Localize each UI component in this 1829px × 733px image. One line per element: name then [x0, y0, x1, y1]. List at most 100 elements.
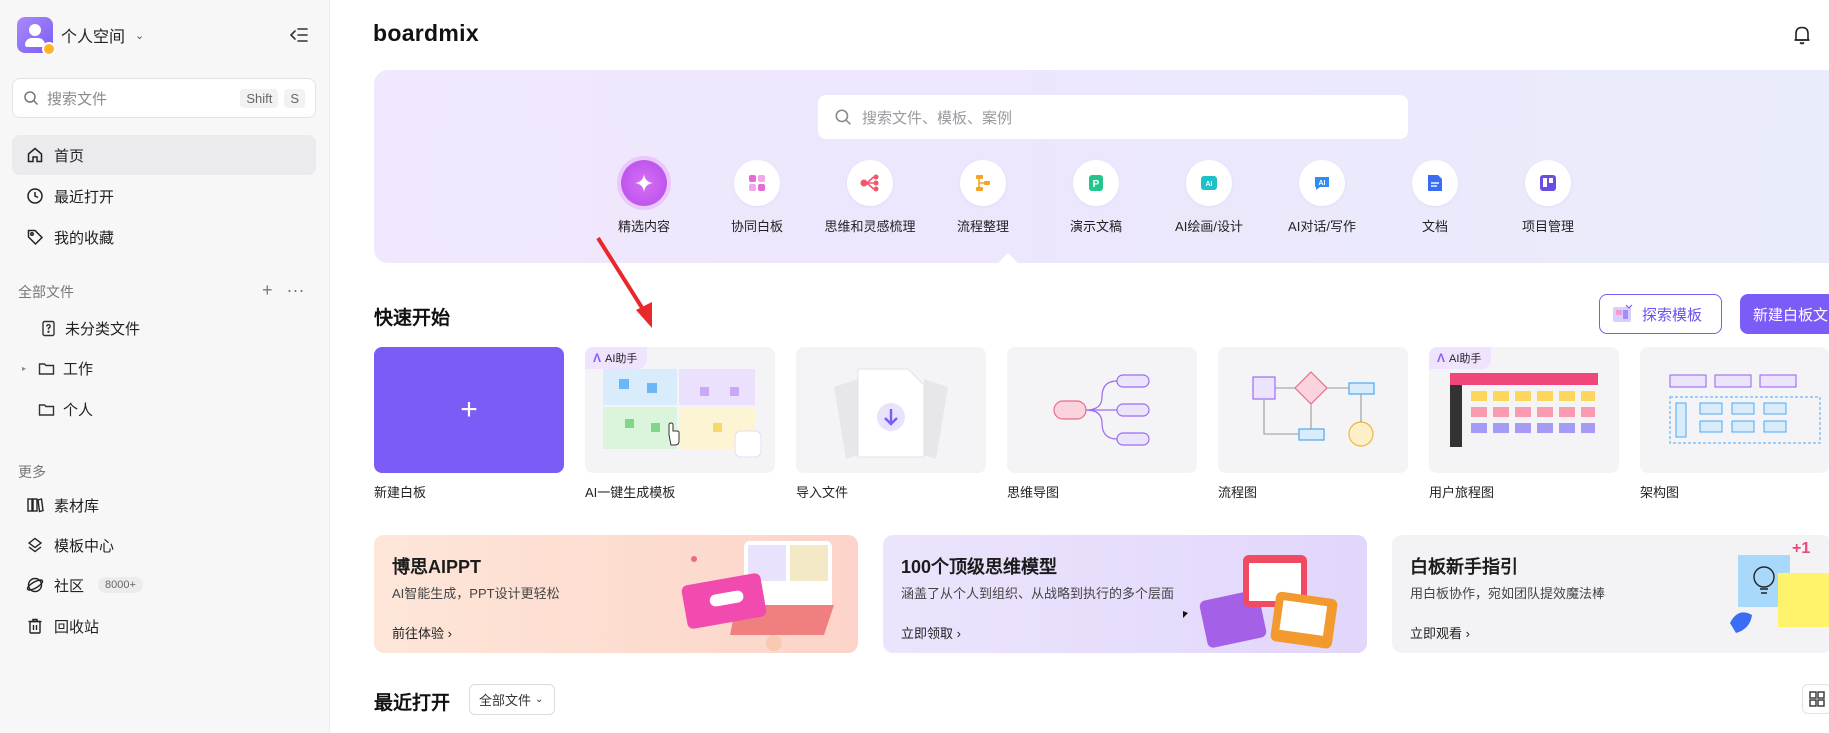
- ai-image-icon: AI: [1186, 160, 1232, 206]
- grid-view-toggle[interactable]: [1802, 684, 1829, 714]
- guide-illustration: +1: [1730, 540, 1829, 633]
- card-flowchart[interactable]: [1218, 347, 1408, 473]
- banner-beginner-guide[interactable]: 白板新手指引 用白板协作，宛如团队提效魔法棒 立即观看 › +1: [1392, 535, 1829, 653]
- category-flow[interactable]: 流程整理: [927, 160, 1039, 235]
- tree-item-work[interactable]: ▸ 工作: [22, 352, 93, 384]
- tree-item-uncategorized[interactable]: 未分类文件: [40, 312, 140, 344]
- nav-community[interactable]: 社区 8000+: [12, 565, 316, 605]
- workspace-switcher[interactable]: 个人空间 ⌄: [17, 16, 145, 56]
- explore-templates-label: 探索模板: [1642, 306, 1703, 324]
- recent-filter-value: 全部文件: [479, 693, 532, 708]
- banner-subtitle: 用白板协作，宛如团队提效魔法棒: [1410, 586, 1606, 601]
- ai-logo-icon: Λ: [593, 351, 602, 365]
- hero-search-input[interactable]: 搜索文件、模板、案例: [818, 95, 1408, 139]
- ai-chat-icon: AI: [1299, 160, 1345, 206]
- category-ai-chat[interactable]: AI AI对话/写作: [1266, 160, 1378, 235]
- collapse-sidebar-icon[interactable]: [288, 24, 310, 46]
- nav-assets-label: 素材库: [54, 497, 100, 515]
- category-whiteboard[interactable]: 协同白板: [701, 160, 813, 235]
- bell-icon[interactable]: [1792, 24, 1812, 46]
- recent-filter-select[interactable]: 全部文件 ⌄: [469, 684, 555, 715]
- chevron-down-icon: ⌄: [535, 694, 544, 705]
- tree-item-personal[interactable]: 个人: [38, 393, 93, 425]
- banner-aippt[interactable]: 博思AIPPT AI智能生成，PPT设计更轻松 前往体验 ›: [374, 535, 858, 653]
- sidebar-search-input[interactable]: 搜索文件 Shift S: [12, 78, 316, 118]
- tree-item-label: 工作: [63, 360, 94, 378]
- card-user-journey[interactable]: Λ AI助手: [1429, 347, 1619, 473]
- category-label: 项目管理: [1521, 219, 1574, 234]
- library-icon: [27, 498, 44, 513]
- banner-title: 博思AIPPT: [392, 557, 482, 577]
- search-icon: [835, 109, 851, 125]
- architecture-illustration: [1669, 374, 1821, 444]
- nav-templates[interactable]: 模板中心: [12, 525, 316, 565]
- whiteboard-icon: [734, 160, 780, 206]
- category-ai-design[interactable]: AI AI绘画/设计: [1153, 160, 1265, 235]
- ai-assistant-tag: Λ AI助手: [1429, 347, 1492, 369]
- selected-category-caret: [998, 253, 1018, 263]
- quick-start-title: 快速开始: [374, 308, 451, 329]
- grid-icon: [1809, 691, 1825, 707]
- avatar-badge-icon: [42, 42, 56, 56]
- search-icon: [24, 91, 39, 106]
- category-label: 流程整理: [956, 219, 1009, 234]
- template-gallery-icon: [1613, 304, 1633, 322]
- sidebar: 个人空间 ⌄ 搜索文件 Shift S 首页 最近打开 我的收藏 全部文件 + …: [0, 0, 330, 733]
- nav-home[interactable]: 首页: [12, 135, 316, 175]
- category-presentation[interactable]: P 演示文稿: [1040, 160, 1152, 235]
- folder-icon: [38, 403, 55, 416]
- tag-icon: [27, 229, 44, 246]
- category-project[interactable]: 项目管理: [1492, 160, 1604, 235]
- tree-item-label: 未分类文件: [65, 320, 141, 338]
- banner-title: 白板新手指引: [1410, 557, 1518, 577]
- card-ai-template[interactable]: Λ AI助手: [585, 347, 775, 473]
- expand-triangle-icon[interactable]: ▸: [22, 364, 30, 373]
- nav-trash[interactable]: 回收站: [12, 606, 316, 646]
- nav-favorites-label: 我的收藏: [54, 229, 115, 247]
- import-file-illustration: [834, 368, 948, 459]
- community-count-badge: 8000+: [98, 577, 143, 593]
- aippt-illustration: [681, 541, 834, 651]
- category-label: 思维和灵感梳理: [824, 219, 916, 234]
- card-architecture[interactable]: [1640, 347, 1829, 473]
- annotation-arrow-icon: [596, 236, 652, 328]
- category-label: 协同白板: [730, 219, 783, 234]
- search-placeholder: 搜索文件: [47, 90, 108, 108]
- banner-link[interactable]: 立即领取 ›: [901, 623, 961, 642]
- category-document[interactable]: 文档: [1379, 160, 1491, 235]
- main-area: boardmix 搜索文件、模板、案例 精选内容 协同白板 思维和灵感梳理 流程…: [330, 0, 1829, 733]
- explore-templates-button[interactable]: 探索模板: [1599, 294, 1722, 334]
- more-icon[interactable]: ···: [287, 280, 305, 301]
- nav-assets[interactable]: 素材库: [12, 485, 316, 525]
- recent-title: 最近打开: [374, 693, 451, 714]
- banner-thinking-models[interactable]: 100个顶级思维模型 涵盖了从个人到组织、从战略到执行的多个层面 立即领取 ›: [883, 535, 1367, 653]
- flowchart-illustration: [1252, 371, 1375, 447]
- card-label: 架构图: [1640, 485, 1680, 500]
- home-icon: [27, 147, 43, 163]
- card-import-file[interactable]: [796, 347, 986, 473]
- new-whiteboard-button[interactable]: 新建白板文: [1740, 294, 1829, 334]
- thinking-models-illustration: [1183, 555, 1338, 649]
- file-unknown-icon: [42, 320, 55, 336]
- all-files-heading: 全部文件: [18, 284, 74, 300]
- banner-subtitle: 涵盖了从个人到组织、从战略到执行的多个层面: [901, 586, 1175, 601]
- add-icon[interactable]: +: [262, 280, 273, 301]
- plus-icon: +: [460, 393, 478, 426]
- nav-recent[interactable]: 最近打开: [12, 176, 316, 216]
- ai-logo-icon: Λ: [1437, 351, 1446, 365]
- shortcut-key-shift: Shift: [240, 88, 279, 108]
- banner-link[interactable]: 前往体验 ›: [392, 623, 452, 642]
- card-new-whiteboard[interactable]: +: [374, 347, 564, 473]
- category-mindmap[interactable]: 思维和灵感梳理: [814, 160, 926, 235]
- nav-favorites[interactable]: 我的收藏: [12, 217, 316, 257]
- nav-templates-label: 模板中心: [54, 537, 115, 555]
- chevron-down-icon: ⌄: [135, 29, 145, 42]
- card-mindmap[interactable]: [1007, 347, 1197, 473]
- category-featured[interactable]: 精选内容: [588, 160, 700, 235]
- card-label: 流程图: [1218, 485, 1258, 500]
- svg-text:AI: AI: [1206, 181, 1213, 188]
- card-label: 导入文件: [796, 485, 849, 500]
- workspace-name: 个人空间: [61, 29, 126, 46]
- banner-link[interactable]: 立即观看 ›: [1410, 623, 1470, 642]
- app-logo[interactable]: boardmix: [373, 20, 479, 47]
